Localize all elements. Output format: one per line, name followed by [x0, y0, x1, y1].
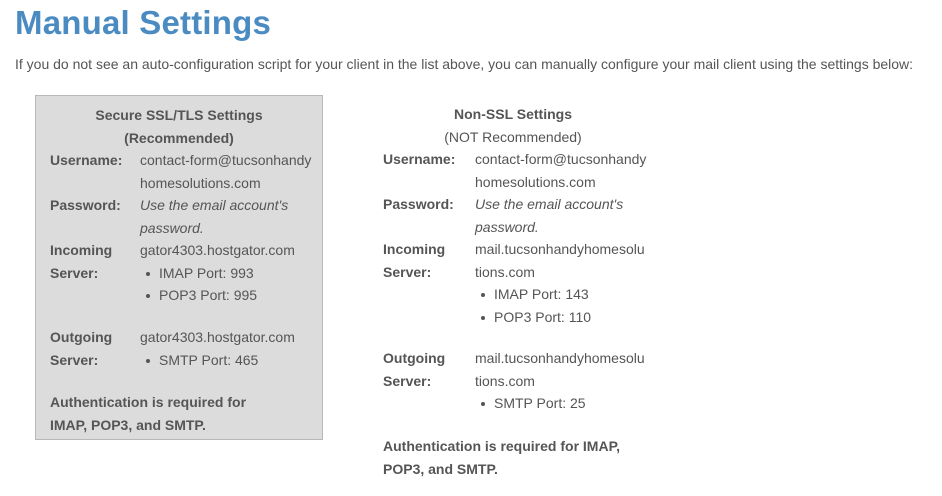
nonssl-heading: Non-SSL Settings (NOT Recommended) — [368, 103, 658, 148]
ssl-settings-panel: Secure SSL/TLS Settings (Recommended) Us… — [35, 95, 323, 440]
nonssl-incoming-label-line1: Incoming — [383, 241, 446, 257]
nonssl-password-label: Password: — [383, 196, 454, 212]
intro-text: If you do not see an auto-configuration … — [15, 56, 914, 72]
nonssl-incoming-ports-list: IMAP Port: 143 POP3 Port: 110 — [480, 283, 591, 328]
nonssl-username-label: Username: — [383, 151, 456, 167]
ssl-auth-note-line2: IMAP, POP3, and SMTP. — [50, 416, 206, 433]
ssl-outgoing-label-line1: Outgoing — [50, 329, 113, 345]
nonssl-auth-note-line1: Authentication is required for IMAP, — [383, 438, 620, 454]
nonssl-auth-note: Authentication is required for IMAP, POP… — [383, 435, 620, 480]
ssl-username-value: contact-form@tucsonhandyhomesolutions.co… — [140, 152, 312, 191]
nonssl-incoming-label: Incoming Server: — [383, 238, 469, 283]
nonssl-heading-subtitle: (NOT Recommended) — [444, 128, 582, 145]
nonssl-outgoing-ports-list: SMTP Port: 25 — [480, 392, 586, 415]
ssl-heading: Secure SSL/TLS Settings (Recommended) — [36, 104, 322, 149]
nonssl-settings-panel: Non-SSL Settings (NOT Recommended) Usern… — [368, 95, 658, 485]
nonssl-username-value: contact-form@tucsonhandyhomesolutions.co… — [475, 151, 647, 190]
ssl-outgoing-server: gator4303.hostgator.com — [140, 329, 295, 345]
ssl-incoming-label-line1: Incoming — [50, 242, 113, 258]
ssl-auth-note-line1: Authentication is required for — [50, 394, 247, 410]
ssl-password-value: Use the email account's password. — [140, 197, 289, 236]
ssl-password-label: Password: — [50, 197, 121, 213]
nonssl-password-value: Use the email account's password. — [475, 196, 624, 235]
nonssl-auth-note-line2: POP3, and SMTP. — [383, 460, 498, 477]
ssl-outgoing-label-line2: Server: — [50, 351, 99, 368]
nonssl-imap-port: IMAP Port: 143 — [480, 283, 591, 306]
ssl-outgoing-ports-list: SMTP Port: 465 — [145, 349, 258, 372]
nonssl-incoming-label-line2: Server: — [383, 263, 432, 280]
nonssl-incoming-server: mail.tucsonhandyhomesolutions.com — [475, 241, 645, 280]
nonssl-pop3-port: POP3 Port: 110 — [480, 306, 591, 329]
ssl-pop3-port: POP3 Port: 995 — [145, 284, 257, 307]
nonssl-outgoing-server: mail.tucsonhandyhomesolutions.com — [475, 350, 645, 389]
ssl-heading-subtitle: (Recommended) — [124, 129, 234, 146]
page-title: Manual Settings — [15, 4, 272, 41]
ssl-imap-port: IMAP Port: 993 — [145, 262, 257, 285]
ssl-outgoing-label: Outgoing Server: — [50, 326, 136, 371]
ssl-incoming-ports-list: IMAP Port: 993 POP3 Port: 995 — [145, 262, 257, 307]
nonssl-outgoing-label-line1: Outgoing — [383, 350, 446, 366]
nonssl-outgoing-label-line2: Server: — [383, 372, 432, 389]
ssl-incoming-server: gator4303.hostgator.com — [140, 242, 295, 258]
ssl-incoming-label: Incoming Server: — [50, 239, 136, 284]
ssl-incoming-label-line2: Server: — [50, 264, 99, 281]
ssl-heading-title: Secure SSL/TLS Settings — [95, 107, 263, 123]
nonssl-outgoing-label: Outgoing Server: — [383, 347, 469, 392]
nonssl-smtp-port: SMTP Port: 25 — [480, 392, 586, 415]
nonssl-heading-title: Non-SSL Settings — [454, 106, 572, 122]
ssl-username-label: Username: — [50, 152, 123, 168]
ssl-auth-note: Authentication is required for IMAP, POP… — [50, 391, 246, 436]
ssl-smtp-port: SMTP Port: 465 — [145, 349, 258, 372]
